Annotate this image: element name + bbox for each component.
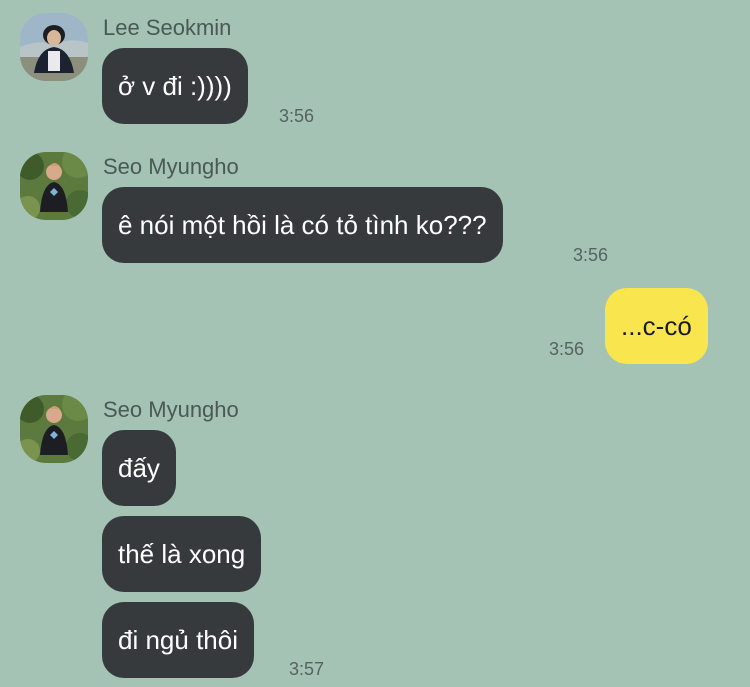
avatar-seo-myungho[interactable] [20,395,88,463]
message-bubble[interactable]: ở v đi :)))) [102,48,248,124]
avatar-seo-myungho[interactable] [20,152,88,220]
sender-name: Lee Seokmin [103,15,232,40]
profile-photo-icon [20,395,88,463]
message-time: 3:56 [279,106,315,126]
message-bubble[interactable]: đi ngủ thôi [102,602,254,678]
avatar-lee-seokmin[interactable] [20,13,88,81]
message-bubble-outgoing[interactable]: ...c-có [605,288,708,364]
message-time: 3:57 [289,659,325,679]
message-bubble[interactable]: ê nói một hồi là có tỏ tình ko??? [102,187,503,263]
profile-photo-icon [20,152,88,220]
message-bubble[interactable]: đấy [102,430,176,506]
sender-name: Seo Myungho [103,154,239,179]
message-time: 3:56 [573,245,609,265]
message-time: 3:56 [549,339,585,359]
message-bubble[interactable]: thế là xong [102,516,262,592]
profile-photo-icon [20,13,88,81]
sender-name: Seo Myungho [103,397,239,422]
